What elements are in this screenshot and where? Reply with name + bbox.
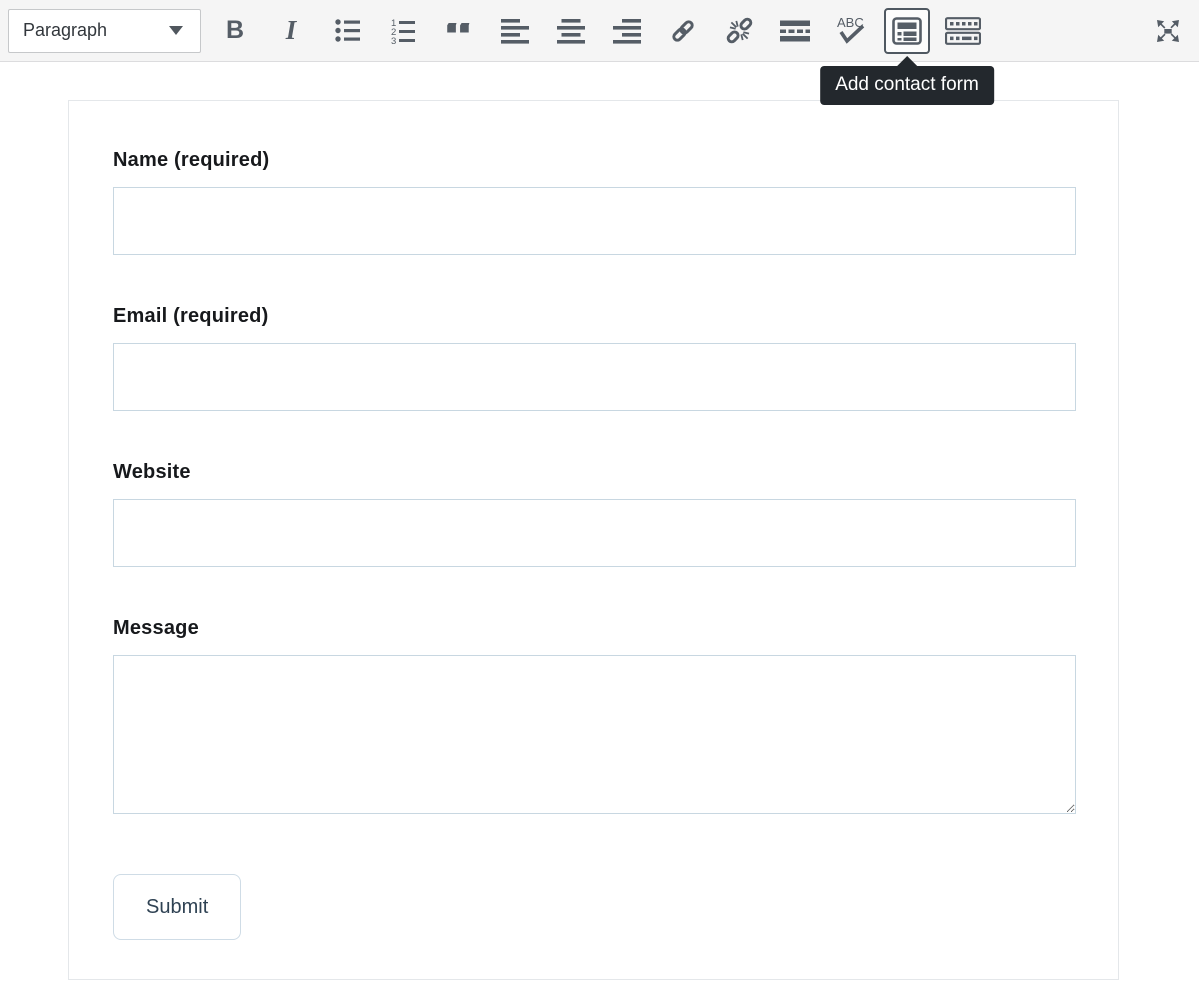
tooltip-label: Add contact form (835, 74, 979, 95)
align-center-icon (557, 17, 585, 44)
align-right-button[interactable] (607, 9, 647, 53)
align-left-button[interactable] (495, 9, 535, 53)
align-center-button[interactable] (551, 9, 591, 53)
read-more-button[interactable] (775, 9, 815, 53)
name-field[interactable] (113, 187, 1076, 255)
read-more-icon (780, 18, 810, 44)
align-left-icon (501, 17, 529, 44)
svg-text:3: 3 (391, 36, 396, 45)
unlink-icon (726, 17, 753, 44)
bullet-list-icon (334, 17, 360, 44)
toolbar-buttons: B I 1 2 3 (215, 8, 999, 54)
editor-toolbar: Paragraph B I 1 2 (0, 0, 1199, 62)
contact-form-icon (892, 17, 922, 45)
format-dropdown-label: Paragraph (23, 20, 169, 41)
keyboard-shortcuts-button[interactable] (943, 9, 983, 53)
blockquote-icon: “ (442, 23, 476, 49)
blockquote-button[interactable]: “ (439, 9, 479, 53)
format-dropdown[interactable]: Paragraph (8, 9, 201, 53)
editor-page: Paragraph B I 1 2 (0, 0, 1199, 992)
spellcheck-icon: ABC (833, 15, 869, 46)
bold-button[interactable]: B (215, 9, 255, 53)
message-field-label: Message (113, 617, 1076, 640)
italic-button[interactable]: I (271, 9, 311, 53)
name-field-label: Name (required) (113, 149, 1076, 172)
link-icon (670, 18, 696, 44)
email-field-label: Email (required) (113, 305, 1076, 328)
website-field-group: Website (113, 461, 1076, 567)
numbered-list-button[interactable]: 1 2 3 (383, 9, 423, 53)
bullet-list-button[interactable] (327, 9, 367, 53)
website-field-label: Website (113, 461, 1076, 484)
align-right-icon (613, 17, 641, 44)
website-field[interactable] (113, 499, 1076, 567)
email-field-group: Email (required) (113, 305, 1076, 411)
email-field[interactable] (113, 343, 1076, 411)
add-contact-form-button[interactable] (884, 8, 930, 54)
add-contact-form-tooltip: Add contact form (820, 66, 994, 105)
fullscreen-button[interactable] (1148, 9, 1188, 53)
chevron-down-icon (169, 26, 183, 35)
italic-icon: I (286, 17, 297, 44)
link-button[interactable] (663, 9, 703, 53)
submit-button[interactable]: Submit (113, 874, 241, 940)
submit-row: Submit (113, 874, 1076, 940)
spellcheck-button[interactable]: ABC (831, 9, 871, 53)
fullscreen-icon (1152, 15, 1184, 47)
message-field-group: Message (113, 617, 1076, 814)
contact-form-preview: Name (required) Email (required) Website… (68, 100, 1119, 980)
bold-icon: B (226, 18, 244, 43)
keyboard-icon (945, 17, 981, 45)
message-field[interactable] (113, 655, 1076, 814)
unlink-button[interactable] (719, 9, 759, 53)
numbered-list-icon: 1 2 3 (390, 17, 416, 45)
name-field-group: Name (required) (113, 149, 1076, 255)
